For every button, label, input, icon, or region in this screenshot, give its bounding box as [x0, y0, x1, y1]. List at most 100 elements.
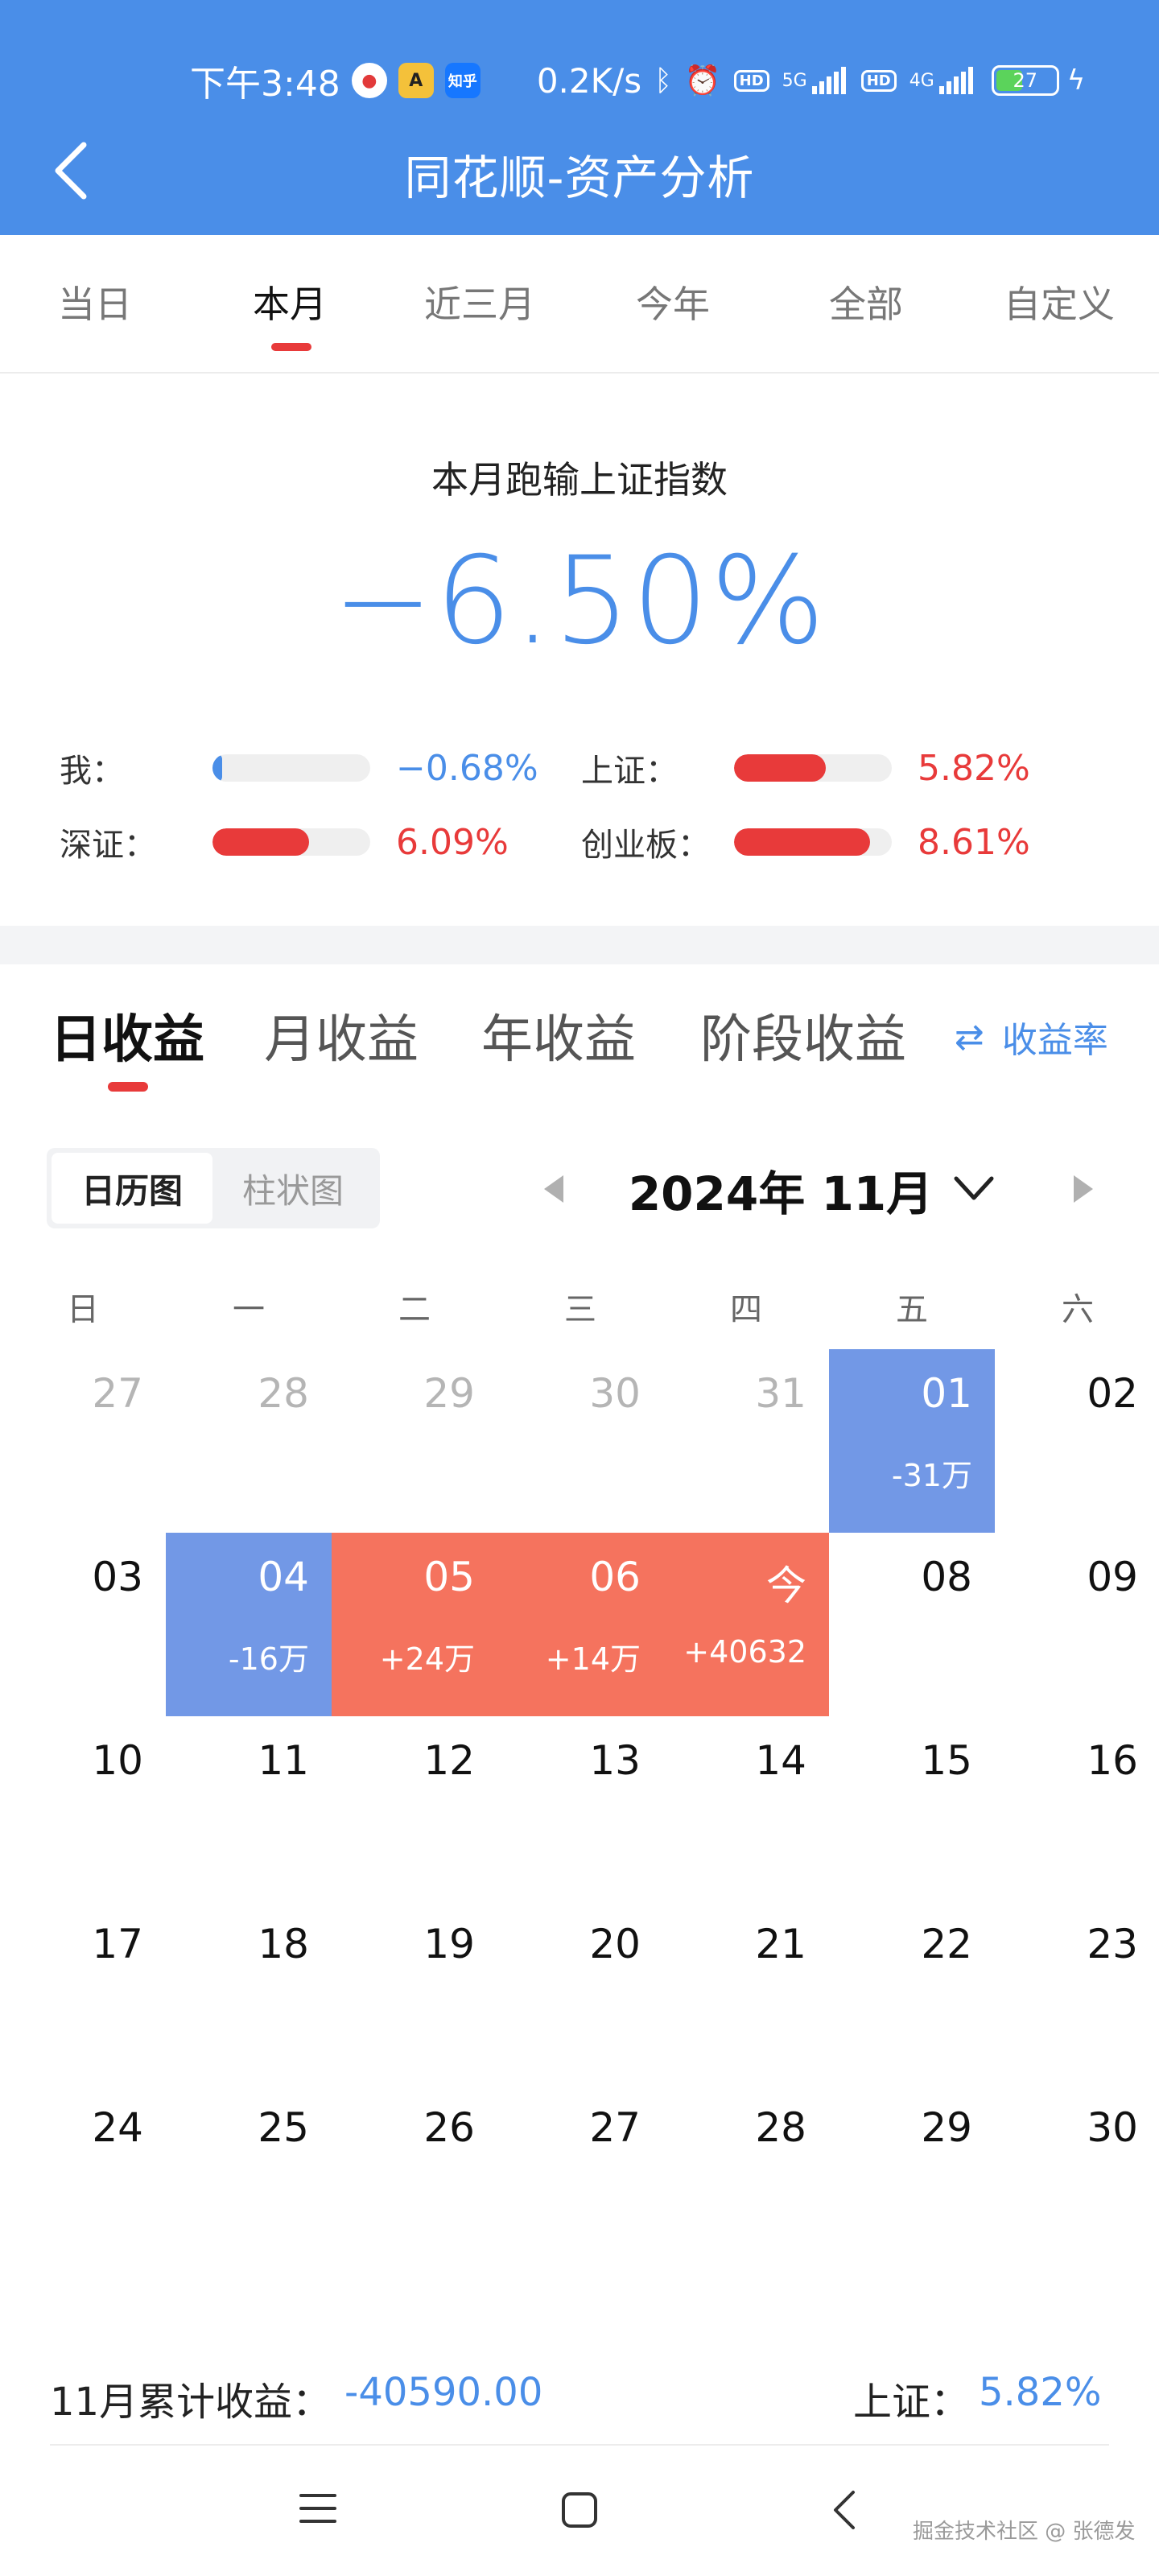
signal-strength-icon	[938, 67, 975, 94]
charging-icon: ϟ	[1066, 64, 1086, 97]
calendar-day-cell[interactable]: 11	[166, 1716, 332, 1900]
calendar-day-cell[interactable]: 03	[0, 1533, 166, 1716]
back-icon[interactable]	[829, 2487, 858, 2533]
calendar-day-cell[interactable]: 16	[995, 1716, 1159, 1900]
calendar-day-cell[interactable]: 24	[0, 2083, 166, 2267]
weekday-label: 三	[564, 1291, 596, 1328]
calendar-day-number: 31	[755, 1370, 806, 1417]
network-speed: 0.2K/s	[536, 60, 642, 101]
calendar-day-number: 26	[423, 2104, 475, 2151]
calendar-day-cell[interactable]: 06 +14万	[497, 1533, 663, 1716]
weekday-label: 四	[730, 1291, 762, 1328]
calendar-day-cell[interactable]: 20	[497, 1900, 663, 2083]
calendar-day-number: 27	[92, 1370, 143, 1417]
calendar-day-cell[interactable]: 22	[829, 1900, 995, 2083]
notification-app-icon: ●	[351, 63, 387, 98]
battery-icon: 27	[991, 65, 1059, 96]
tab-monthly-income[interactable]: 月收益	[264, 998, 419, 1072]
calendar-day-amount: -16万	[228, 1641, 309, 1677]
weekday-header: 日 一 二 三 四 五 六	[0, 1283, 1159, 1331]
next-month-icon[interactable]	[1067, 1169, 1099, 1209]
network-type-5g: 5G	[782, 70, 807, 91]
comparison-bar	[212, 754, 370, 782]
comparison-row: 我： −0.68% 上证： 5.82%	[0, 744, 1159, 792]
tab-three-months[interactable]: 近三月	[399, 275, 560, 328]
calendar-day-cell[interactable]: 05 +24万	[332, 1533, 497, 1716]
rate-toggle-button[interactable]: ⇄ 收益率	[955, 1011, 1108, 1063]
tab-this-year[interactable]: 今年	[592, 275, 753, 328]
footer-divider	[50, 2444, 1109, 2446]
view-calendar-option[interactable]: 日历图	[52, 1153, 212, 1224]
tab-all[interactable]: 全部	[786, 275, 947, 328]
watermark: 掘金技术社区 @ 张德发	[913, 2520, 1136, 2544]
calendar-day-cell[interactable]: 13	[497, 1716, 663, 1900]
comparison-value: 6.09%	[396, 821, 509, 863]
rate-toggle-label: 收益率	[1001, 1020, 1108, 1061]
calendar-day-cell[interactable]: 27	[0, 1349, 166, 1533]
shanghai-index-label: 上证：	[853, 2380, 970, 2425]
calendar-day-number: 04	[258, 1554, 309, 1600]
calendar-day-cell[interactable]: 30	[497, 1349, 663, 1533]
tab-custom[interactable]: 自定义	[979, 275, 1140, 328]
calendar-day-number: 23	[1087, 1921, 1138, 1967]
calendar-day-cell[interactable]: 19	[332, 1900, 497, 2083]
calendar-day-cell[interactable]: 17	[0, 1900, 166, 2083]
comparison-value: 8.61%	[918, 821, 1030, 863]
bluetooth-icon: ᛒ	[654, 64, 672, 97]
calendar-day-number: 29	[423, 1370, 475, 1417]
calendar-day-cell[interactable]: 10	[0, 1716, 166, 1900]
calendar-day-cell[interactable]: 01 -31万	[829, 1349, 995, 1533]
calendar-day-cell[interactable]: 14	[663, 1716, 829, 1900]
calendar-day-cell[interactable]: 12	[332, 1716, 497, 1900]
weekday-label: 六	[1062, 1291, 1094, 1328]
tab-yearly-income[interactable]: 年收益	[481, 998, 636, 1072]
comparison-value: −0.68%	[396, 747, 538, 789]
calendar-day-number: 05	[423, 1554, 475, 1600]
calendar-day-cell[interactable]: 今 +40632	[663, 1533, 829, 1716]
calendar-day-cell[interactable]: 21	[663, 1900, 829, 2083]
calendar-day-cell[interactable]: 09	[995, 1533, 1159, 1716]
tab-today[interactable]: 当日	[14, 275, 175, 328]
calendar-day-cell[interactable]: 28	[166, 1349, 332, 1533]
home-icon[interactable]	[560, 2491, 599, 2529]
comparison-me: 我： −0.68%	[60, 744, 538, 792]
active-income-tab-indicator	[108, 1082, 148, 1092]
calendar-day-cell[interactable]: 23	[995, 1900, 1159, 2083]
calendar-day-cell[interactable]: 25	[166, 2083, 332, 2267]
battery-level: 27	[1013, 69, 1038, 92]
prev-month-icon[interactable]	[538, 1169, 570, 1209]
calendar-day-cell[interactable]: 28	[663, 2083, 829, 2267]
calendar-day-number: 28	[755, 2104, 806, 2151]
calendar-day-cell[interactable]: 15	[829, 1716, 995, 1900]
monthly-total-value: -40590.00	[344, 2370, 543, 2415]
calendar-day-number: 30	[589, 1370, 641, 1417]
comparison-bar-fill	[734, 754, 826, 782]
calendar-day-cell[interactable]: 29	[332, 1349, 497, 1533]
comparison-row: 深证： 6.09% 创业板： 8.61%	[0, 818, 1159, 866]
calendar-day-cell[interactable]: 31	[663, 1349, 829, 1533]
calendar-day-number: 今	[766, 1563, 806, 1609]
calendar-day-cell[interactable]: 29	[829, 2083, 995, 2267]
calendar-day-cell[interactable]: 27	[497, 2083, 663, 2267]
calendar-day-cell[interactable]: 26	[332, 2083, 497, 2267]
calendar-day-number: 18	[258, 1921, 309, 1967]
weekday-label: 二	[398, 1291, 431, 1328]
calendar-day-cell[interactable]: 02	[995, 1349, 1159, 1533]
tab-daily-income[interactable]: 日收益	[50, 998, 204, 1072]
tab-period-income[interactable]: 阶段收益	[700, 998, 906, 1072]
calendar-day-number: 29	[921, 2104, 972, 2151]
calendar-day-cell[interactable]: 08	[829, 1533, 995, 1716]
section-divider	[0, 926, 1159, 964]
calendar-day-cell[interactable]: 04 -16万	[166, 1533, 332, 1716]
hd-badge: HD	[733, 69, 769, 92]
view-bar-option[interactable]: 柱状图	[212, 1153, 373, 1224]
comparison-bar	[734, 828, 892, 856]
calendar-day-number: 08	[921, 1554, 972, 1600]
comparison-bar-fill	[734, 828, 870, 856]
month-label[interactable]: 2024年 11月	[612, 1156, 950, 1224]
chevron-down-icon[interactable]	[950, 1164, 998, 1212]
calendar-day-cell[interactable]: 30	[995, 2083, 1159, 2267]
calendar-day-cell[interactable]: 18	[166, 1900, 332, 2083]
tab-this-month[interactable]: 本月	[209, 275, 370, 328]
menu-icon[interactable]	[298, 2484, 338, 2533]
